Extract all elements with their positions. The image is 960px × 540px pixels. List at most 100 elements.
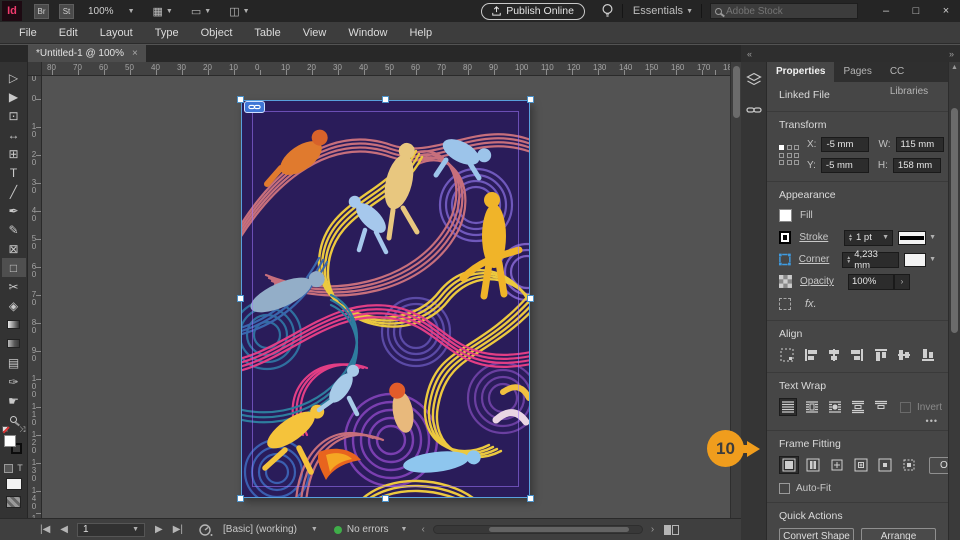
handle-bottom-left[interactable] (237, 495, 244, 502)
jump-object-icon[interactable] (850, 398, 866, 416)
document-horizontal-scrollbar[interactable] (433, 525, 643, 534)
effects-fx-button[interactable]: fx. (805, 298, 817, 310)
fit-content-to-frame-icon[interactable] (851, 456, 871, 474)
gap-tool[interactable]: ↔ (2, 125, 26, 144)
arrange-button[interactable]: Arrange (861, 528, 936, 540)
align-left-icon[interactable] (802, 346, 818, 364)
note-tool[interactable]: ▤ (2, 353, 26, 372)
line-tool[interactable]: ╱ (2, 182, 26, 201)
menu-object[interactable]: Object (190, 22, 244, 44)
pen-tool[interactable]: ✒ (2, 201, 26, 220)
wrap-around-bounding-box-icon[interactable] (804, 398, 820, 416)
free-transform-tool[interactable]: ◈ (2, 296, 26, 315)
corner-label[interactable]: Corner (799, 254, 842, 265)
scissors-tool[interactable]: ✂ (2, 277, 26, 296)
fit-content-proportionally-icon[interactable] (803, 456, 823, 474)
menu-file[interactable]: File (8, 22, 48, 44)
swap-swatches-icon[interactable]: ⤨ (19, 425, 25, 435)
formatting-affects-container-icon[interactable] (4, 464, 13, 473)
page-number-dropdown[interactable]: 1 ▼ (77, 523, 145, 537)
more-options-icon[interactable]: ••• (926, 416, 938, 426)
scroll-left-icon[interactable]: ‹ (421, 524, 424, 535)
fill-frame-proportionally-icon[interactable] (779, 456, 799, 474)
first-page-button[interactable]: |◀ (40, 524, 50, 535)
handle-top-center[interactable] (382, 96, 389, 103)
collapse-right-icon[interactable]: » (949, 49, 954, 59)
center-content-icon[interactable] (875, 456, 895, 474)
frame-tool[interactable]: ⊠ (2, 239, 26, 258)
next-page-button[interactable]: ▶ (155, 524, 163, 535)
horizontal-ruler[interactable]: 8070605040302010010203040506070809010011… (42, 62, 731, 76)
errors-status-dropdown[interactable]: No errors (347, 524, 389, 535)
fill-swatch[interactable] (4, 435, 16, 447)
menu-table[interactable]: Table (243, 22, 291, 44)
stock-button[interactable]: St (59, 4, 74, 19)
minimize-button[interactable]: – (872, 1, 900, 21)
tab-cc-libraries[interactable]: CC Libraries (881, 62, 948, 82)
selection-tool[interactable]: ▷ (2, 68, 26, 87)
panel-scrollbar[interactable]: ▲ (948, 62, 960, 540)
stroke-weight-stepper[interactable]: ▲▼ 1 pt ▼ (844, 230, 893, 246)
fill-swatch[interactable] (779, 209, 792, 222)
chevron-down-icon[interactable]: ▼ (929, 256, 936, 263)
preflight-icon[interactable] (199, 523, 213, 537)
screen-mode-button[interactable] (6, 496, 21, 508)
preflight-profile-dropdown[interactable]: [Basic] (working) (223, 524, 297, 535)
autofit-checkbox[interactable] (779, 483, 790, 494)
lightbulb-icon[interactable] (601, 3, 614, 19)
arrange-documents-dropdown[interactable]: ◫▼ (229, 5, 249, 18)
align-right-icon[interactable] (849, 346, 865, 364)
adobe-stock-search[interactable] (710, 3, 858, 19)
opacity-label[interactable]: Opacity (800, 276, 848, 287)
align-to-icon[interactable] (779, 346, 795, 364)
h-field[interactable]: 158 mm (893, 158, 941, 173)
menu-help[interactable]: Help (398, 22, 443, 44)
fit-frame-to-content-icon[interactable] (827, 456, 847, 474)
view-options-dropdown[interactable]: ▦▼ (153, 5, 173, 18)
convert-shape-button[interactable]: Convert Shape (779, 528, 854, 540)
ruler-origin-box[interactable] (28, 62, 42, 76)
rectangle-tool[interactable]: □ (2, 258, 26, 277)
bridge-button[interactable]: Br (34, 4, 49, 19)
layers-panel-icon[interactable] (746, 72, 762, 87)
align-center-horizontal-icon[interactable] (826, 346, 842, 364)
handle-bottom-center[interactable] (382, 495, 389, 502)
link-badge[interactable] (244, 101, 265, 113)
handle-top-right[interactable] (527, 96, 534, 103)
opacity-field[interactable]: 100% (848, 274, 894, 290)
tab-properties[interactable]: Properties (767, 62, 834, 82)
document-canvas[interactable] (241, 100, 530, 498)
collapse-left-icon[interactable]: « (747, 49, 752, 59)
scrollbar-thumb[interactable] (489, 527, 629, 532)
content-aware-fit-icon[interactable] (899, 456, 919, 474)
zoom-level-dropdown[interactable]: 100% ▼ (88, 6, 135, 17)
fitting-options-button[interactable]: Options (929, 457, 948, 474)
page-tool[interactable]: ⊡ (2, 106, 26, 125)
document-tab[interactable]: *Untitled-1 @ 100% × (28, 45, 146, 62)
close-button[interactable]: × (932, 1, 960, 21)
linked-file-section[interactable]: Linked File (767, 82, 948, 112)
align-center-vertical-icon[interactable] (896, 346, 912, 364)
direct-selection-tool[interactable]: ▶ (2, 87, 26, 106)
apply-color-button[interactable] (6, 478, 22, 490)
spread-view-icon[interactable] (664, 525, 679, 535)
hand-tool[interactable]: ☛ (2, 391, 26, 410)
indesign-logo[interactable]: Id (2, 1, 22, 21)
formatting-affects-text-icon[interactable]: T (17, 463, 23, 473)
maximize-button[interactable]: □ (902, 1, 930, 21)
workspace-switcher[interactable]: Essentials ▼ (633, 5, 693, 17)
fill-stroke-swatches[interactable]: ⤨ (2, 433, 26, 459)
handle-top-left[interactable] (237, 96, 244, 103)
screen-mode-dropdown[interactable]: ▭▼ (191, 5, 211, 18)
gradient-swatch-tool[interactable] (2, 315, 26, 334)
opacity-expand-button[interactable]: › (894, 274, 910, 290)
eyedropper-tool[interactable]: ✑ (2, 372, 26, 391)
handle-bottom-right[interactable] (527, 495, 534, 502)
no-text-wrap-icon[interactable] (779, 398, 797, 416)
type-tool[interactable]: T (2, 163, 26, 182)
corner-radius-stepper[interactable]: ▲▼ 4,233 mm (842, 252, 899, 268)
publish-online-button[interactable]: Publish Online (481, 3, 585, 20)
scroll-up-icon[interactable]: ▲ (951, 64, 958, 71)
close-tab-icon[interactable]: × (132, 48, 138, 59)
wrap-around-object-shape-icon[interactable] (827, 398, 843, 416)
